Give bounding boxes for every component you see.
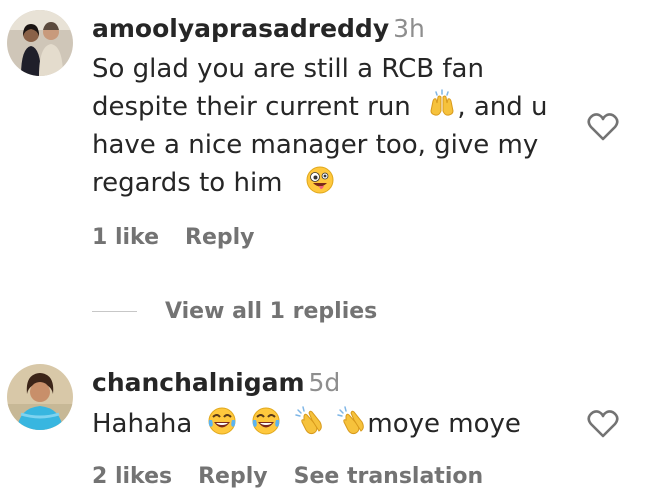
likes-count[interactable]: 2 likes	[92, 464, 172, 489]
heart-outline-icon	[587, 113, 619, 141]
clapping-hands-emoji	[337, 406, 365, 435]
comment-line: So glad you are still a RCB fan	[92, 54, 484, 84]
tears-of-joy-emoji	[208, 407, 236, 435]
heart-outline-icon	[587, 410, 619, 438]
reply-button[interactable]: Reply	[185, 225, 255, 250]
comment-line: have a nice manager too, give my	[92, 130, 539, 160]
like-button[interactable]	[586, 409, 620, 443]
username[interactable]: chanchalnigam	[92, 368, 305, 397]
comment-actions: 2 likes Reply See translation	[92, 464, 509, 489]
likes-count[interactable]: 1 like	[92, 225, 159, 250]
zany-face-emoji	[306, 166, 334, 194]
avatar[interactable]	[7, 10, 73, 76]
avatar[interactable]	[7, 364, 73, 430]
comment-line: despite their current run , and u	[92, 88, 548, 126]
view-replies-button[interactable]: View all 1 replies	[165, 299, 377, 324]
comment-actions: 1 like Reply	[92, 225, 281, 250]
reply-button[interactable]: Reply	[198, 464, 268, 489]
tears-of-joy-emoji	[252, 407, 280, 435]
view-replies[interactable]: View all 1 replies	[92, 296, 377, 326]
like-button[interactable]	[586, 112, 620, 146]
comment-header: amoolyaprasadreddy 3h	[92, 14, 425, 44]
see-translation-button[interactable]: See translation	[294, 464, 484, 489]
comment-line: regards to him	[92, 164, 548, 202]
comment-text: So glad you are still a RCB fan despite …	[92, 50, 548, 202]
raising-hands-emoji	[430, 89, 454, 116]
comment-header: chanchalnigam 5d	[92, 368, 340, 398]
comment-text: Hahaha moye moye	[92, 405, 521, 443]
timestamp: 3h	[393, 14, 425, 43]
timestamp: 5d	[308, 368, 341, 397]
clapping-hands-emoji	[295, 406, 322, 435]
username[interactable]: amoolyaprasadreddy	[92, 14, 389, 43]
replies-divider	[92, 310, 137, 312]
